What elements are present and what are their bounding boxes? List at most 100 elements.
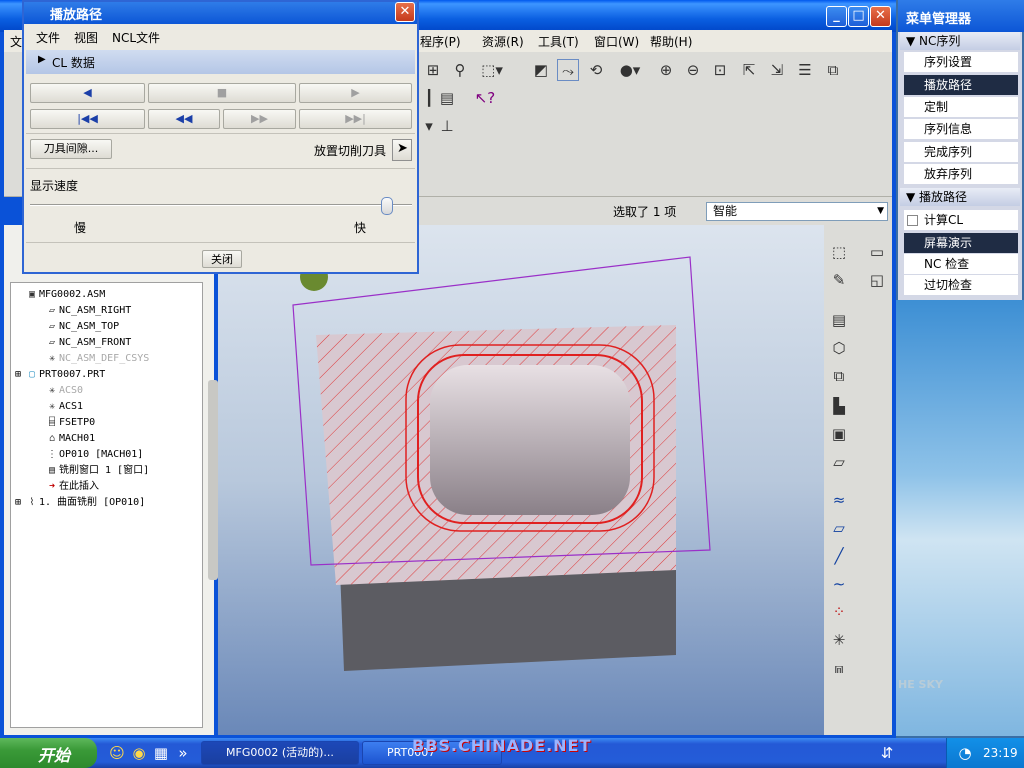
select-box-icon[interactable]: ⬚▾ <box>476 59 508 81</box>
tree-node[interactable]: ▱ NC_ASM_TOP <box>31 319 119 335</box>
dialog-menu-file[interactable]: 文件 <box>36 29 60 46</box>
menu-file-partial[interactable]: 文 <box>10 33 22 50</box>
spin-center-icon[interactable]: ⤳ <box>557 59 579 81</box>
nc-sequence-header[interactable]: ▼ NC序列 <box>900 32 1020 50</box>
point-tool-icon[interactable]: ⁘ <box>828 601 850 623</box>
rib-tool-icon[interactable]: ▱ <box>828 451 850 473</box>
maximize-button[interactable]: □ <box>848 6 869 27</box>
extrude-tool-icon[interactable]: ▤ <box>828 309 850 331</box>
tree-node[interactable]: ➜ 在此插入 <box>31 479 99 495</box>
play-path-header[interactable]: ▼ 播放路径 <box>900 188 1020 206</box>
expand-icon[interactable]: ⊞ <box>11 367 25 383</box>
tree-node[interactable]: ✳ ACS0 <box>31 383 83 399</box>
nc-menu-item[interactable]: 放弃序列 <box>904 164 1018 184</box>
tree-node[interactable]: ⋮ OP010 [MACH01] <box>31 447 143 463</box>
layers-icon[interactable]: ☰ <box>794 59 816 81</box>
pattern-tool-icon[interactable]: ⧉ <box>828 365 850 387</box>
start-button[interactable]: 开始 <box>0 738 97 768</box>
tree-node[interactable]: ⊞ ▢ PRT0007.PRT <box>11 367 105 383</box>
tree-node[interactable]: ✳ NC_ASM_DEF_CSYS <box>31 351 149 367</box>
dialog-close-icon[interactable]: ✕ <box>395 2 415 22</box>
revolve-tool-icon[interactable]: ⬡ <box>828 337 850 359</box>
menu-window[interactable]: 窗口(W) <box>594 33 639 50</box>
menu-tools[interactable]: 工具(T) <box>538 33 579 50</box>
mirror-tool-icon[interactable]: ◱ <box>866 269 888 291</box>
nc-menu-item[interactable]: 完成序列 <box>904 142 1018 162</box>
taskbar-item-mfg0002[interactable]: MFG0002 (活动的)... <box>201 741 359 765</box>
refit-icon[interactable]: ⊡ <box>709 59 731 81</box>
tree-node[interactable]: ▱ NC_ASM_FRONT <box>31 335 131 351</box>
selection-filter-select[interactable]: 智能 ▼ <box>706 202 888 221</box>
analysis-tool-icon[interactable]: ⩎ <box>828 657 850 679</box>
quicklaunch-msn-icon[interactable]: ☺ <box>106 742 128 764</box>
sketched-curve-icon[interactable]: ∼ <box>828 573 850 595</box>
tree-node[interactable]: ▤ 铣削窗口 1 [窗口] <box>31 463 149 479</box>
nc-menu-item[interactable]: 播放路径 <box>904 75 1018 95</box>
curve-tool-icon[interactable]: ≈ <box>828 489 850 511</box>
tray-scroll-icon[interactable]: ⇵ <box>876 742 898 764</box>
step-backward-button[interactable]: ◀◀ <box>148 109 220 129</box>
tool-clearance-button[interactable]: 刀具间隙... <box>30 139 112 159</box>
tree-node[interactable]: ▣ MFG0002.ASM <box>11 287 105 303</box>
pane-splitter[interactable] <box>208 380 218 580</box>
reorient-icon[interactable]: ⇱ <box>738 59 760 81</box>
step-forward-button[interactable]: ▶▶ <box>223 109 296 129</box>
stop-button[interactable]: ■ <box>148 83 296 103</box>
play-backward-button[interactable]: ◀ <box>30 83 145 103</box>
zoom-in-icon[interactable]: ⊕ <box>655 59 677 81</box>
toolbar-icon-b[interactable]: ▤ <box>436 87 458 109</box>
play-path-menu-item[interactable]: 计算CL <box>904 210 1018 230</box>
play-forward-button[interactable]: ▶ <box>299 83 412 103</box>
toolbar-icon-d[interactable]: ⊥ <box>436 115 458 137</box>
cl-data-expander[interactable]: ▶ CL 数据 <box>26 50 415 74</box>
datum-tool-icon[interactable]: ▭ <box>866 241 888 263</box>
hole-tool-icon[interactable]: ▙ <box>828 395 850 417</box>
plane-tool-icon[interactable]: ▱ <box>828 517 850 539</box>
zoom-out-icon[interactable]: ⊖ <box>682 59 704 81</box>
shading-icon[interactable]: ●▾ <box>613 59 647 81</box>
close-button[interactable]: 关闭 <box>202 250 242 268</box>
minimize-button[interactable]: _ <box>826 6 847 27</box>
nc-menu-item[interactable]: 序列信息 <box>904 119 1018 139</box>
tray-volume-icon[interactable]: ◔ <box>954 742 976 764</box>
graphics-viewport[interactable] <box>218 225 824 735</box>
whats-this-icon[interactable]: ↖? <box>474 87 496 109</box>
edit-tool-icon[interactable]: ✎ <box>828 269 850 291</box>
nc-menu-item[interactable]: 定制 <box>904 97 1018 117</box>
orient-icon[interactable]: ⟲ <box>585 59 607 81</box>
close-window-button[interactable]: ✕ <box>870 6 891 27</box>
model-tree[interactable]: ▣ MFG0002.ASM ▱ NC_ASM_RIGHT ▱ NC_ASM_TOP ▱ NC_… <box>10 282 203 728</box>
tree-node[interactable]: ⌸ FSETP0 <box>31 415 95 431</box>
tree-node[interactable]: ⊞ ⌇ 1. 曲面铣削 [OP010] <box>11 495 145 511</box>
tree-node[interactable]: ⌂ MACH01 <box>31 431 95 447</box>
speed-slider-track[interactable] <box>30 204 412 206</box>
expand-icon[interactable]: ⊞ <box>11 495 25 511</box>
saved-views-icon[interactable]: ⇲ <box>766 59 788 81</box>
binoculars-icon[interactable]: ⚲ <box>449 59 471 81</box>
rewind-to-start-button[interactable]: |◀◀ <box>30 109 145 129</box>
quicklaunch-media-icon[interactable]: ◉ <box>128 742 150 764</box>
axis-tool-icon[interactable]: ╱ <box>828 545 850 567</box>
speed-slider-thumb[interactable] <box>380 197 393 215</box>
checkbox-icon[interactable] <box>907 215 918 226</box>
play-path-menu-item[interactable]: 屏幕演示 <box>904 233 1018 253</box>
menu-program[interactable]: 程序(P) <box>420 33 461 50</box>
quicklaunch-desktop-icon[interactable]: ▦ <box>150 742 172 764</box>
dialog-menu-ncl-file[interactable]: NCL文件 <box>112 29 160 46</box>
csys-tool-icon[interactable]: ✳ <box>828 629 850 651</box>
forward-to-end-button[interactable]: ▶▶| <box>299 109 412 129</box>
dialog-menu-view[interactable]: 视图 <box>74 29 98 46</box>
datum-display-icon[interactable]: ◩ <box>530 59 552 81</box>
menu-help[interactable]: 帮助(H) <box>650 33 692 50</box>
place-tool-button[interactable]: ➤ <box>392 139 412 161</box>
nc-menu-item[interactable]: 序列设置 <box>904 52 1018 72</box>
shell-tool-icon[interactable]: ▣ <box>828 423 850 445</box>
tree-node[interactable]: ✳ ACS1 <box>31 399 83 415</box>
repaint-icon[interactable]: ⊞ <box>422 59 444 81</box>
menu-resources[interactable]: 资源(R) <box>482 33 524 50</box>
tree-node[interactable]: ▱ NC_ASM_RIGHT <box>31 303 131 319</box>
quicklaunch-overflow-icon[interactable]: » <box>172 742 194 764</box>
model-tree-icon[interactable]: ⧉ <box>822 59 844 81</box>
play-path-menu-item[interactable]: NC 检查 <box>904 254 1018 274</box>
sketch-tool-icon[interactable]: ⬚ <box>828 241 850 263</box>
